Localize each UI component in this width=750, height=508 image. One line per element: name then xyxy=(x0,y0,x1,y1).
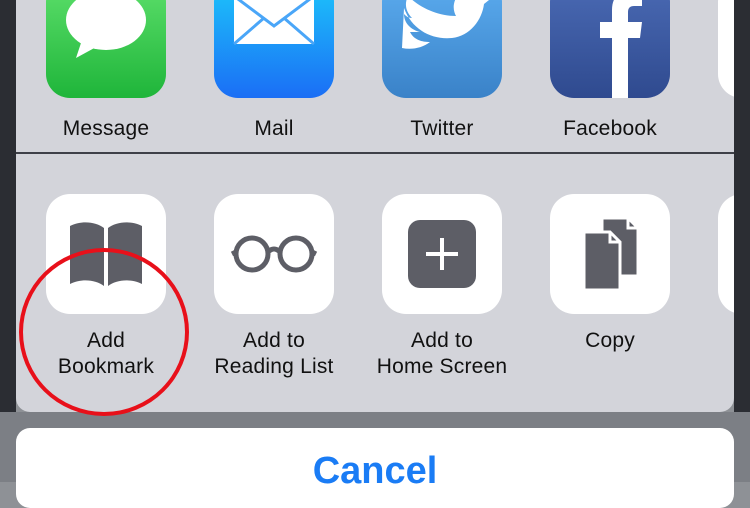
share-mail-label: Mail xyxy=(254,117,294,140)
share-twitter[interactable]: Twitter xyxy=(358,0,526,142)
share-message[interactable]: Message xyxy=(22,0,190,142)
action-add-bookmark[interactable]: Add Bookmark xyxy=(22,194,190,380)
row-divider xyxy=(16,152,734,154)
mail-icon xyxy=(214,0,334,98)
action-home-screen-label: Add to Home Screen xyxy=(376,329,508,378)
cancel-label: Cancel xyxy=(312,450,438,492)
share-facebook-label: Facebook xyxy=(563,117,657,140)
action-reading-list-label: Add to Reading List xyxy=(214,329,334,378)
share-facebook[interactable]: Facebook xyxy=(526,0,694,142)
backdrop-right xyxy=(734,0,750,482)
twitter-icon xyxy=(382,0,502,98)
share-twitter-label: Twitter xyxy=(410,117,474,140)
more-action-icon xyxy=(718,194,734,314)
action-copy[interactable]: Copy xyxy=(526,194,694,354)
action-reading-list[interactable]: Add to Reading List xyxy=(190,194,358,380)
share-message-label: Message xyxy=(62,117,150,140)
glasses-icon xyxy=(214,194,334,314)
action-add-bookmark-label: Add Bookmark xyxy=(57,329,155,378)
bookmark-icon xyxy=(46,194,166,314)
share-sheet: Message Mail Twitter Facebook Add Bookma… xyxy=(16,0,734,412)
action-copy-label: Copy xyxy=(585,329,635,352)
action-more-partial[interactable] xyxy=(718,194,734,314)
cancel-button[interactable]: Cancel xyxy=(16,428,734,508)
message-icon xyxy=(46,0,166,98)
share-more-partial[interactable] xyxy=(718,0,734,98)
action-home-screen[interactable]: Add to Home Screen xyxy=(358,194,526,380)
copy-icon xyxy=(550,194,670,314)
add-square-icon xyxy=(382,194,502,314)
facebook-icon xyxy=(550,0,670,98)
more-app-icon xyxy=(718,0,734,98)
share-mail[interactable]: Mail xyxy=(190,0,358,142)
backdrop-left xyxy=(0,0,16,482)
